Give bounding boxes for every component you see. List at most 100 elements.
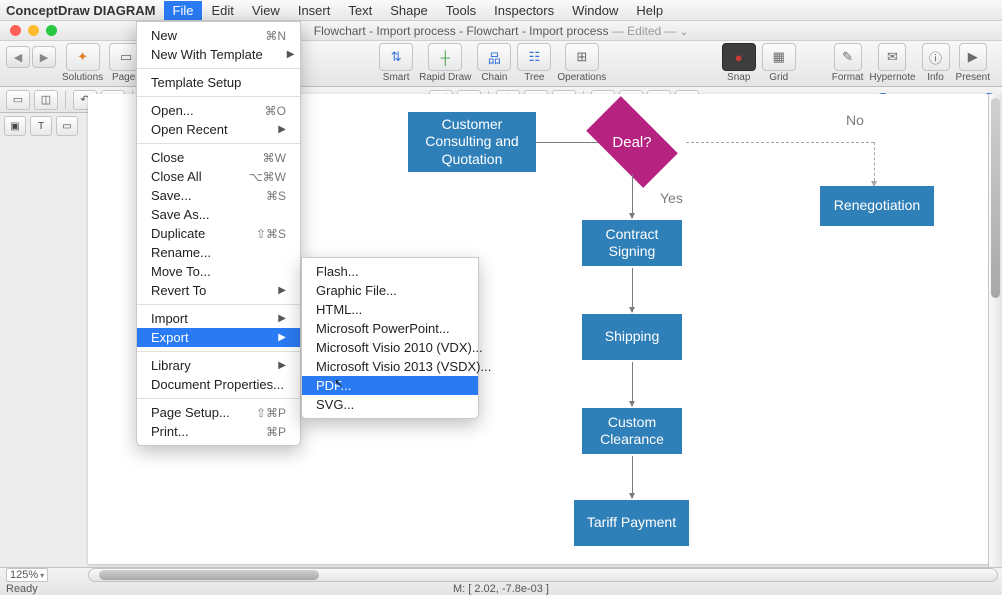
- menu-item-label: New: [151, 28, 177, 43]
- file-menu-item-close-all[interactable]: Close All⌥⌘W: [137, 167, 300, 186]
- tb-rapid-group: ┼ Rapid Draw: [419, 43, 471, 83]
- menu-insert[interactable]: Insert: [289, 1, 340, 20]
- tb-solutions-group: ✦ Solutions: [62, 43, 103, 83]
- node-contract[interactable]: Contract Signing: [582, 220, 682, 266]
- file-menu-item-close[interactable]: Close⌘W: [137, 148, 300, 167]
- export-submenu: Flash...Graphic File... HTML... Microsoft …: [301, 257, 479, 419]
- file-menu-item-new[interactable]: New⌘N: [137, 26, 300, 45]
- node-deal[interactable]: Deal?: [576, 108, 688, 176]
- tb-grid-group: ▦ Grid: [762, 43, 796, 83]
- menu-view[interactable]: View: [243, 1, 289, 20]
- pointer-tool[interactable]: ▭: [6, 90, 30, 110]
- select-tool[interactable]: ▣: [4, 116, 26, 136]
- rapid-draw-button[interactable]: ┼: [428, 43, 462, 71]
- menu-item-label: Move To...: [151, 264, 211, 279]
- tb-info-group: ⓘ Info: [922, 43, 950, 83]
- present-button[interactable]: ▶: [959, 43, 987, 71]
- file-menu-item-move-to-[interactable]: Move To...: [137, 262, 300, 281]
- smart-button[interactable]: ⇅: [379, 43, 413, 71]
- text-box-tool[interactable]: T: [30, 116, 52, 136]
- shape-tool[interactable]: ▭: [56, 116, 78, 136]
- file-menu-item-print-[interactable]: Print...⌘P: [137, 422, 300, 441]
- nav-forward-button[interactable]: ▶: [32, 46, 56, 68]
- grid-button[interactable]: ▦: [762, 43, 796, 71]
- format-button[interactable]: ✎: [834, 43, 862, 71]
- horizontal-scrollbar[interactable]: [88, 568, 998, 582]
- menu-shape[interactable]: Shape: [381, 1, 437, 20]
- node-clearance[interactable]: Custom Clearance: [582, 408, 682, 454]
- hypernote-button[interactable]: ✉: [878, 43, 906, 71]
- zoom-readout[interactable]: 125% ▾: [6, 568, 48, 582]
- export-item-microsoft-visio-vsdx-[interactable]: Microsoft Visio 2013 (VSDX)...: [302, 357, 478, 376]
- vertical-scrollbar[interactable]: [988, 94, 1002, 567]
- close-window-button[interactable]: [10, 25, 21, 36]
- menu-item-label: SVG...: [316, 397, 354, 412]
- tb-smart-group: ⇅ Smart: [379, 43, 413, 83]
- export-item-graphic-file-[interactable]: Graphic File...: [302, 281, 478, 300]
- solutions-button[interactable]: ✦: [66, 43, 100, 71]
- tb-tree-group: ☷ Tree: [517, 43, 551, 83]
- menu-item-shortcut: ⌘P: [242, 425, 286, 439]
- file-menu-item-import[interactable]: Import▶: [137, 309, 300, 328]
- export-item-html-[interactable]: HTML...: [302, 300, 478, 319]
- export-item-microsoft-powerpoint-[interactable]: Microsoft PowerPoint...: [302, 319, 478, 338]
- export-item-svg-[interactable]: SVG...: [302, 395, 478, 414]
- menu-item-label: Template Setup: [151, 75, 241, 90]
- chain-button[interactable]: 品: [477, 43, 511, 71]
- deal-label: Deal?: [576, 108, 688, 176]
- menu-help[interactable]: Help: [627, 1, 672, 20]
- menu-item-label: Microsoft Visio 2013 (VSDX)...: [316, 359, 491, 374]
- file-menu-item-new-with-template[interactable]: New With Template▶: [137, 45, 300, 64]
- left-palette: ▣ T ▭: [4, 116, 82, 140]
- export-item-microsoft-visio-vdx-[interactable]: Microsoft Visio 2010 (VDX)...: [302, 338, 478, 357]
- node-tariff[interactable]: Tariff Payment: [574, 500, 689, 546]
- menu-item-shortcut: ⇧⌘S: [232, 227, 286, 241]
- menu-window[interactable]: Window: [563, 1, 627, 20]
- file-menu-item-duplicate[interactable]: Duplicate⇧⌘S: [137, 224, 300, 243]
- zoom-window-button[interactable]: [46, 25, 57, 36]
- node-renegotiation[interactable]: Renegotiation: [820, 186, 934, 226]
- menu-item-label: Open Recent: [151, 122, 228, 137]
- minimize-window-button[interactable]: [28, 25, 39, 36]
- menu-text[interactable]: Text: [339, 1, 381, 20]
- file-menu-item-open-recent[interactable]: Open Recent▶: [137, 120, 300, 139]
- file-menu-item-library[interactable]: Library▶: [137, 356, 300, 375]
- edge-label-no: No: [846, 112, 864, 128]
- menu-item-label: Import: [151, 311, 188, 326]
- file-menu-item-open-[interactable]: Open...⌘O: [137, 101, 300, 120]
- edge-contract-shipping: [632, 268, 633, 312]
- snap-button[interactable]: ●: [722, 43, 756, 71]
- file-menu-item-save-[interactable]: Save...⌘S: [137, 186, 300, 205]
- operations-button[interactable]: ⊞: [565, 43, 599, 71]
- file-menu-item-page-setup-[interactable]: Page Setup...⇧⌘P: [137, 403, 300, 422]
- node-consulting[interactable]: Customer Consulting and Quotation: [408, 112, 536, 172]
- file-menu-item-template-setup[interactable]: Template Setup: [137, 73, 300, 92]
- submenu-arrow-icon: ▶: [254, 285, 286, 296]
- menu-item-label: Page Setup...: [151, 405, 230, 420]
- menu-item-label: Revert To: [151, 283, 206, 298]
- menubar: ConceptDraw DIAGRAM File Edit View Inser…: [0, 0, 1002, 21]
- tb-label: Snap: [727, 72, 750, 83]
- menu-item-label: Close: [151, 150, 184, 165]
- menu-edit[interactable]: Edit: [202, 1, 242, 20]
- tb-label: Smart: [383, 72, 410, 83]
- export-item-pdf-[interactable]: PDF...↖: [302, 376, 478, 395]
- menu-inspectors[interactable]: Inspectors: [485, 1, 563, 20]
- menu-tools[interactable]: Tools: [437, 1, 485, 20]
- menu-file[interactable]: File: [164, 1, 203, 20]
- menu-item-label: HTML...: [316, 302, 362, 317]
- tree-button[interactable]: ☷: [517, 43, 551, 71]
- menu-item-shortcut: ⇧⌘P: [232, 406, 286, 420]
- tb-label: Rapid Draw: [419, 72, 471, 83]
- lasso-tool[interactable]: ◫: [34, 90, 58, 110]
- file-menu-item-export[interactable]: Export▶: [137, 328, 300, 347]
- export-item-flash-[interactable]: Flash...: [302, 262, 478, 281]
- file-menu-item-save-as-[interactable]: Save As...: [137, 205, 300, 224]
- node-shipping[interactable]: Shipping: [582, 314, 682, 360]
- menu-item-label: Library: [151, 358, 191, 373]
- file-menu-item-document-properties-[interactable]: Document Properties...: [137, 375, 300, 394]
- file-menu-item-revert-to[interactable]: Revert To ▶: [137, 281, 300, 300]
- file-menu-item-rename-[interactable]: Rename...: [137, 243, 300, 262]
- info-button[interactable]: ⓘ: [922, 43, 950, 71]
- nav-back-button[interactable]: ◀: [6, 46, 30, 68]
